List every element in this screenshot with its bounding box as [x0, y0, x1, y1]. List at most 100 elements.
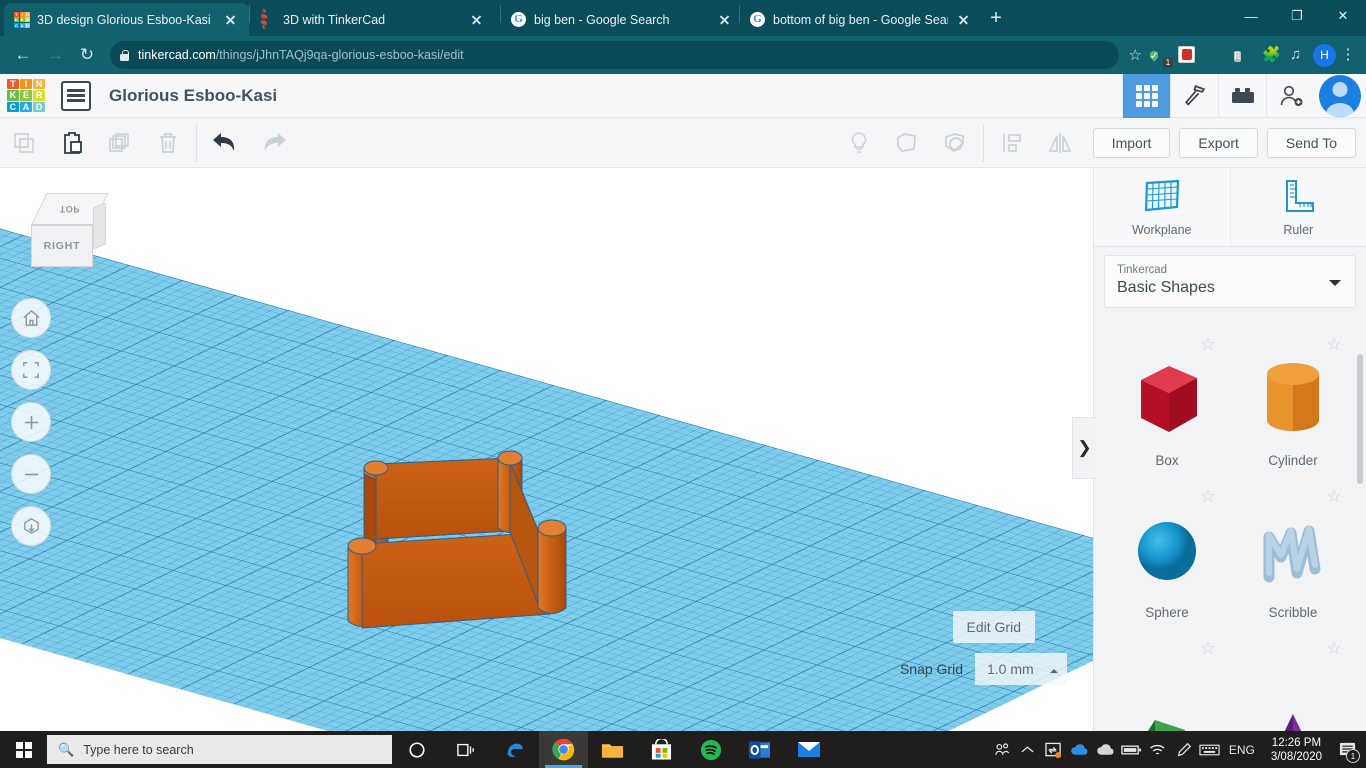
paste-icon[interactable]	[48, 118, 96, 168]
onedrive-grey-icon[interactable]	[1093, 731, 1119, 768]
start-button[interactable]	[0, 731, 47, 768]
puzzle-extensions-icon[interactable]: 🧩	[1262, 46, 1281, 65]
workplane-tool[interactable]: Workplane	[1094, 168, 1231, 246]
kebab-menu-icon[interactable]: ⋮	[1338, 47, 1358, 62]
shape-item-cylinder[interactable]: ☆ Cylinder	[1230, 324, 1356, 476]
panel-scrollbar[interactable]	[1357, 354, 1363, 484]
view-cube[interactable]: TOP RIGHT	[25, 193, 109, 271]
tab-close-icon[interactable]	[716, 11, 733, 28]
perspective-toggle-button[interactable]	[11, 506, 51, 546]
people-icon[interactable]	[989, 731, 1015, 768]
microsoft-store-icon[interactable]	[637, 731, 686, 768]
shape-library-group-label: Tinkercad	[1117, 264, 1168, 276]
list-gallery-icon[interactable]	[61, 80, 91, 111]
group-icon[interactable]	[883, 118, 931, 168]
favorite-star-icon[interactable]: ☆	[1326, 486, 1342, 507]
duplicate-icon[interactable]	[96, 118, 144, 168]
profile-avatar-button[interactable]: H	[1313, 43, 1336, 67]
back-button[interactable]: ←	[8, 40, 38, 70]
favorite-star-icon[interactable]: ☆	[1326, 334, 1342, 355]
reload-button[interactable]: ↻	[72, 40, 102, 70]
viewcube-front-face[interactable]: RIGHT	[31, 225, 93, 267]
mirror-icon[interactable]	[1036, 118, 1084, 168]
user-avatar[interactable]	[1314, 74, 1366, 118]
browser-tab-0[interactable]: TIN KER CAD 3D design Glorious Esboo-Kas…	[4, 3, 249, 36]
bricks-icon[interactable]	[1218, 73, 1266, 118]
shape-item-box[interactable]: ☆ Box	[1104, 324, 1230, 476]
lastpass-icon[interactable]	[1178, 45, 1197, 65]
honey-icon[interactable]	[1206, 46, 1225, 65]
grammarly-icon[interactable]: R	[1234, 46, 1253, 65]
blocks-grid-icon[interactable]	[1122, 73, 1170, 118]
shape-item-roof[interactable]: ☆	[1104, 628, 1230, 731]
browser-tab-2[interactable]: G big ben - Google Search	[501, 3, 739, 36]
snap-grid-select[interactable]: 1.0 mm	[975, 653, 1067, 685]
send-to-button[interactable]: Send To	[1266, 127, 1356, 158]
tab-close-icon[interactable]	[222, 11, 239, 28]
favorite-star-icon[interactable]: ☆	[1200, 486, 1216, 507]
taskbar-search-input[interactable]: 🔍 Type here to search	[47, 735, 392, 764]
delete-trash-icon[interactable]	[144, 118, 192, 168]
browser-tab-3[interactable]: G bottom of big ben - Google Sear	[740, 3, 978, 36]
tab-close-icon[interactable]	[468, 11, 485, 28]
home-view-button[interactable]	[11, 298, 51, 338]
ungroup-icon[interactable]	[931, 118, 979, 168]
show-hidden-icons-chevron[interactable]	[1015, 731, 1041, 768]
chrome-browser-icon[interactable]	[539, 731, 588, 768]
favorite-star-icon[interactable]: ☆	[1326, 638, 1342, 659]
pen-icon[interactable]	[1171, 731, 1197, 768]
edit-grid-button[interactable]: Edit Grid	[952, 611, 1035, 643]
maximize-restore-button[interactable]: ❐	[1274, 0, 1320, 32]
shape-library-select[interactable]: Tinkercad Basic Shapes	[1104, 255, 1356, 308]
zoom-in-button[interactable]	[11, 402, 51, 442]
file-explorer-icon[interactable]	[588, 731, 637, 768]
shape-item-scribble[interactable]: ☆ Scribble	[1230, 476, 1356, 628]
lightbulb-icon[interactable]	[835, 118, 883, 168]
address-bar[interactable]: tinkercad.com/things/jJhnTAQj9qa-gloriou…	[110, 41, 1119, 69]
3d-viewport[interactable]: TOP RIGHT Edit Grid Snap Grid 1.0 mm	[0, 168, 1093, 731]
spotify-icon[interactable]	[686, 731, 735, 768]
3d-model-object[interactable]	[342, 436, 592, 661]
cortana-icon[interactable]	[392, 731, 441, 768]
ruler-tool[interactable]: Ruler	[1230, 168, 1366, 246]
zoom-out-button[interactable]	[11, 454, 51, 494]
undo-icon[interactable]	[201, 118, 249, 168]
shape-item-sphere[interactable]: ☆ Sphere	[1104, 476, 1230, 628]
tinkercad-logo[interactable]: TIN KER CAD	[5, 77, 47, 115]
fit-to-view-button[interactable]	[11, 350, 51, 390]
copy-icon[interactable]	[0, 118, 48, 168]
export-button[interactable]: Export	[1179, 127, 1258, 158]
sync-icon[interactable]	[1041, 731, 1067, 768]
viewcube-side-face[interactable]	[93, 202, 106, 250]
new-tab-button[interactable]: +	[982, 5, 1010, 33]
invite-person-icon[interactable]	[1266, 73, 1314, 118]
bookmark-star-icon[interactable]: ☆	[1129, 46, 1142, 64]
task-view-icon[interactable]	[441, 731, 490, 768]
wifi-icon[interactable]	[1145, 731, 1171, 768]
language-indicator[interactable]: ENG	[1223, 731, 1261, 768]
mail-icon[interactable]	[784, 731, 833, 768]
touch-keyboard-icon[interactable]	[1197, 731, 1223, 768]
playlist-icon[interactable]: ♫	[1290, 46, 1309, 65]
align-icon[interactable]	[988, 118, 1036, 168]
adblock-shield-icon[interactable]: ✓ 1	[1150, 46, 1173, 68]
favorite-star-icon[interactable]: ☆	[1200, 638, 1216, 659]
taskbar-clock[interactable]: 12:26 PM 3/08/2020	[1261, 736, 1332, 764]
collapse-panel-button[interactable]: ❯	[1072, 417, 1096, 479]
shape-item-cone[interactable]: ☆	[1230, 628, 1356, 731]
tab-close-icon[interactable]	[955, 11, 972, 28]
notification-center-icon[interactable]: 1	[1332, 731, 1362, 768]
forward-button[interactable]: →	[40, 40, 70, 70]
minimize-button[interactable]: —	[1228, 0, 1274, 32]
battery-icon[interactable]	[1119, 731, 1145, 768]
import-button[interactable]: Import	[1092, 127, 1171, 158]
design-title[interactable]: Glorious Esboo-Kasi	[109, 86, 277, 106]
favorite-star-icon[interactable]: ☆	[1200, 334, 1216, 355]
browser-tab-1[interactable]: 3D with TinkerCad	[250, 3, 500, 36]
edge-browser-icon[interactable]	[490, 731, 539, 768]
codeblocks-hammer-icon[interactable]	[1170, 73, 1218, 118]
redo-icon[interactable]	[249, 118, 297, 168]
close-window-button[interactable]: ✕	[1320, 0, 1366, 32]
outlook-icon[interactable]	[735, 731, 784, 768]
onedrive-blue-icon[interactable]	[1067, 731, 1093, 768]
